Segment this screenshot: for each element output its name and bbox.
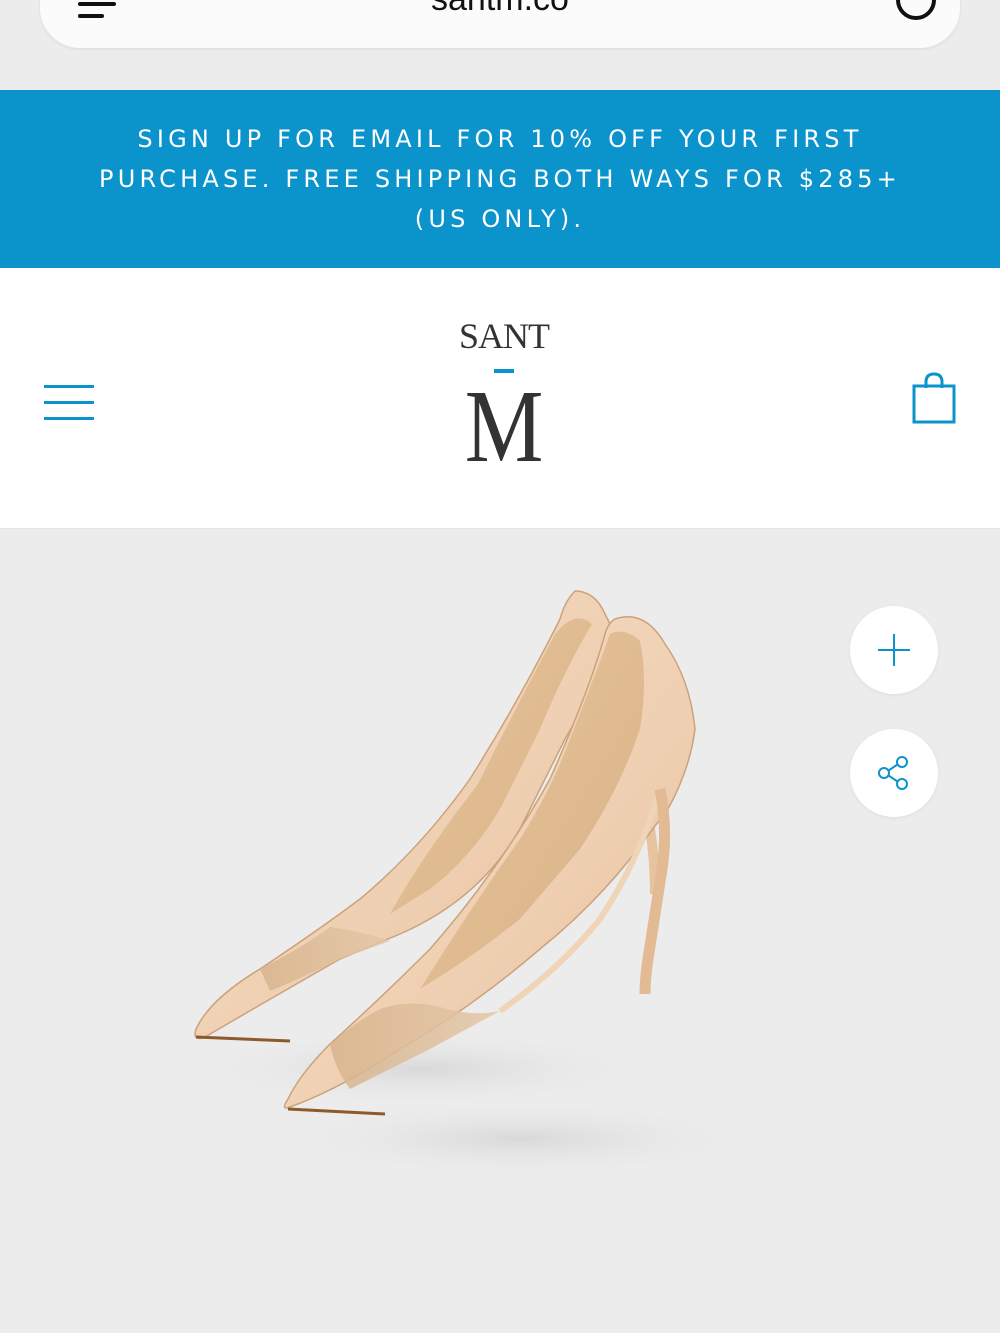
promo-line-2: PURCHASE. FREE SHIPPING BOTH WAYS FOR $2…	[99, 165, 901, 193]
menu-icon[interactable]	[78, 0, 118, 24]
shopping-bag-icon[interactable]	[912, 370, 956, 424]
url-text[interactable]: santm.co	[40, 0, 960, 22]
share-button[interactable]	[850, 729, 938, 817]
browser-bar: santm.co	[0, 0, 1000, 90]
product-image-area[interactable]	[0, 529, 1000, 1333]
share-icon	[878, 756, 908, 790]
brand-logo[interactable]: SANT M	[430, 316, 578, 486]
promo-text: SIGN UP FOR EMAIL FOR 10% OFF YOUR FIRST…	[50, 119, 950, 239]
promo-line-3: (US ONLY).	[414, 205, 586, 233]
address-bar[interactable]: santm.co	[40, 0, 960, 48]
zoom-button[interactable]	[850, 606, 938, 694]
plus-icon	[878, 634, 910, 666]
site-header: SANT M	[0, 268, 1000, 529]
logo-text-bottom: M	[464, 369, 544, 484]
promo-line-1: SIGN UP FOR EMAIL FOR 10% OFF YOUR FIRST	[137, 125, 863, 153]
logo-text-top: SANT	[458, 316, 550, 356]
hamburger-icon[interactable]	[44, 385, 96, 421]
promo-banner[interactable]: SIGN UP FOR EMAIL FOR 10% OFF YOUR FIRST…	[0, 90, 1000, 268]
